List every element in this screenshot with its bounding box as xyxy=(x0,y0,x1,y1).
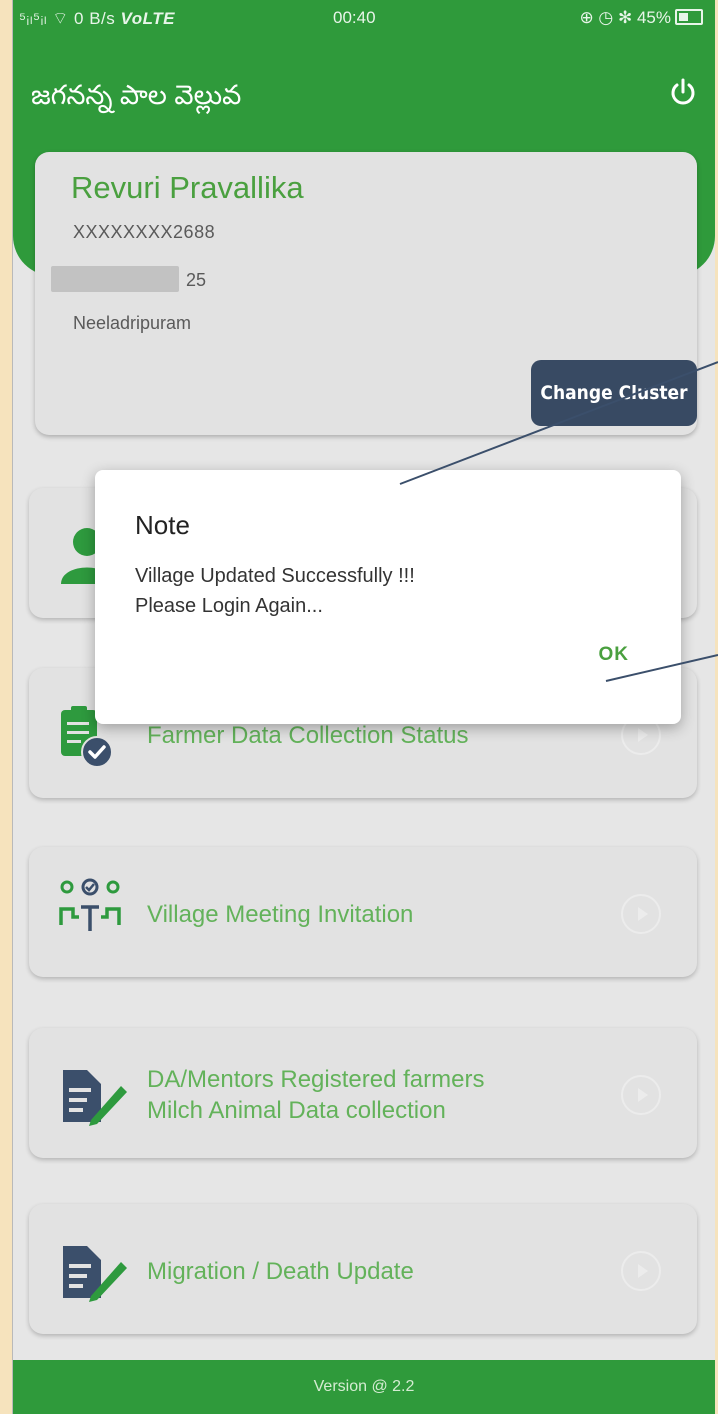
status-time: 00:40 xyxy=(333,8,376,27)
dialog-message: Village Updated Successfully !!! Please … xyxy=(135,562,415,622)
profile-name: Revuri Pravallika xyxy=(71,170,304,205)
ok-button[interactable]: OK xyxy=(595,640,634,670)
menu-item-label: Village Meeting Invitation xyxy=(147,901,414,928)
edit-document-icon xyxy=(63,1246,127,1302)
profile-number: 25 xyxy=(186,270,207,290)
dialog-message-line: Village Updated Successfully !!! xyxy=(135,565,415,587)
play-circle-icon xyxy=(621,1251,661,1291)
power-icon[interactable] xyxy=(667,76,699,108)
menu-item-village-meeting[interactable]: Village Meeting Invitation xyxy=(29,847,697,977)
status-bar: ⁵ᵢₗ⁵ᵢₗ ⌔ 0 B/s VoLTE 00:40 ⊕ ◷ ✻ 45% xyxy=(13,0,715,36)
profile-village: Neeladripuram xyxy=(73,313,192,333)
menu-item-label: Farmer Data Collection Status xyxy=(147,722,469,749)
meeting-people-icon xyxy=(59,878,121,931)
profile-id: XXXXXXXX2688 xyxy=(73,222,216,242)
menu-item-label: Migration / Death Update xyxy=(147,1258,414,1285)
phone-screen: ⁵ᵢₗ⁵ᵢₗ ⌔ 0 B/s VoLTE 00:40 ⊕ ◷ ✻ 45% జగన… xyxy=(12,0,715,1414)
battery-icon xyxy=(675,9,703,25)
dialog-title: Note xyxy=(135,510,190,540)
menu-item-label: DA/Mentors Registered farmers Milch Anim… xyxy=(147,1066,485,1124)
app-title: జగనన్న పాల వెల్లువ xyxy=(31,80,242,110)
version-footer: Version @ 2.2 xyxy=(13,1360,715,1414)
redacted-block xyxy=(51,266,179,292)
status-signal: ⁵ᵢₗ⁵ᵢₗ ⌔ 0 B/s VoLTE xyxy=(19,9,175,28)
play-circle-icon xyxy=(621,894,661,934)
edit-document-icon xyxy=(63,1070,127,1126)
change-cluster-button[interactable]: Change Cluster xyxy=(531,360,697,426)
play-circle-icon xyxy=(621,1075,661,1115)
menu-item-da-mentors[interactable]: DA/Mentors Registered farmers Milch Anim… xyxy=(29,1028,697,1158)
profile-card: Revuri Pravallika XXXXXXXX2688 25 Neelad… xyxy=(35,152,697,435)
menu-item-migration-death[interactable]: Migration / Death Update xyxy=(29,1204,697,1334)
status-right-icons: ⊕ ◷ ✻ 45% xyxy=(579,8,703,28)
dialog-message-line: Please Login Again... xyxy=(135,595,323,617)
note-dialog: Note Village Updated Successfully !!! Pl… xyxy=(95,470,681,724)
